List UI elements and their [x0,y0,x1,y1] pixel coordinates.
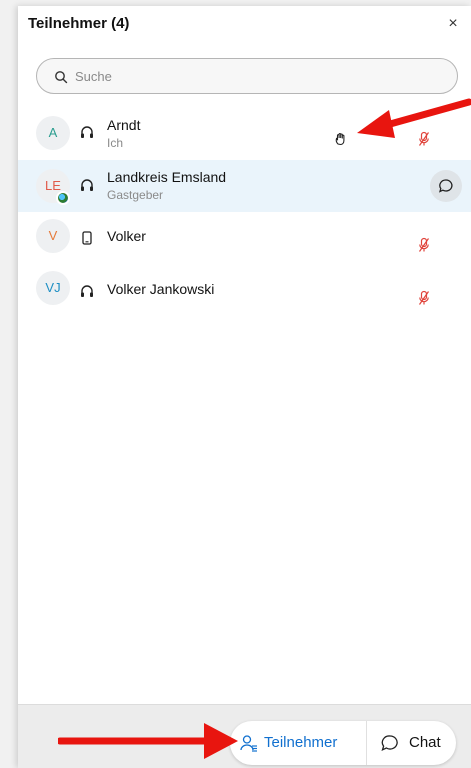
headset-icon [81,179,93,191]
search-icon [55,71,68,84]
chat-button[interactable] [430,170,462,202]
avatar: A [36,116,70,150]
participant-name: Arndt [107,117,141,133]
headset-icon [81,126,93,138]
participants-icon [240,735,257,752]
microphone-muted-icon[interactable] [418,290,430,306]
raised-hand-icon [335,132,345,146]
participant-row-arndt[interactable]: A Arndt Ich [18,107,471,159]
search-field[interactable] [36,58,458,94]
app-window: Teilnehmer (4) × A Arndt Ich [0,0,471,768]
participant-name: Landkreis Emsland [107,169,227,185]
phone-icon [82,231,92,245]
tab-chat-label: Chat [409,734,441,751]
panel-title: Teilnehmer (4) [28,15,130,32]
headset-icon [81,285,93,297]
participant-role: Ich [107,136,124,150]
avatar: VJ [36,271,70,305]
tab-participants-label: Teilnehmer [264,734,338,751]
participant-name: Volker Jankowski [107,281,215,297]
chat-icon [381,735,398,751]
participant-role: Gastgeber [107,188,164,202]
panel-footer: Teilnehmer Chat [18,704,471,768]
participants-panel: Teilnehmer (4) × A Arndt Ich [18,6,471,768]
microphone-muted-icon[interactable] [418,131,430,147]
tab-chat[interactable]: Chat [366,721,456,765]
chat-icon [439,179,453,193]
panel-tab-switcher: Teilnehmer Chat [230,721,456,765]
search-input[interactable] [75,65,435,87]
close-icon[interactable]: × [443,14,463,34]
avatar: V [36,219,70,253]
participant-name: Volker [107,228,146,244]
panel-header: Teilnehmer (4) × [18,6,471,46]
participant-row-volker-jankowski[interactable]: VJ Volker Jankowski [18,266,471,318]
participant-row-landkreis-emsland[interactable]: LE Landkreis Emsland Gastgeber [18,160,471,212]
microphone-muted-icon[interactable] [418,237,430,253]
status-badge [56,191,70,205]
tab-participants[interactable]: Teilnehmer [230,721,366,765]
participant-row-volker[interactable]: V Volker [18,213,471,265]
